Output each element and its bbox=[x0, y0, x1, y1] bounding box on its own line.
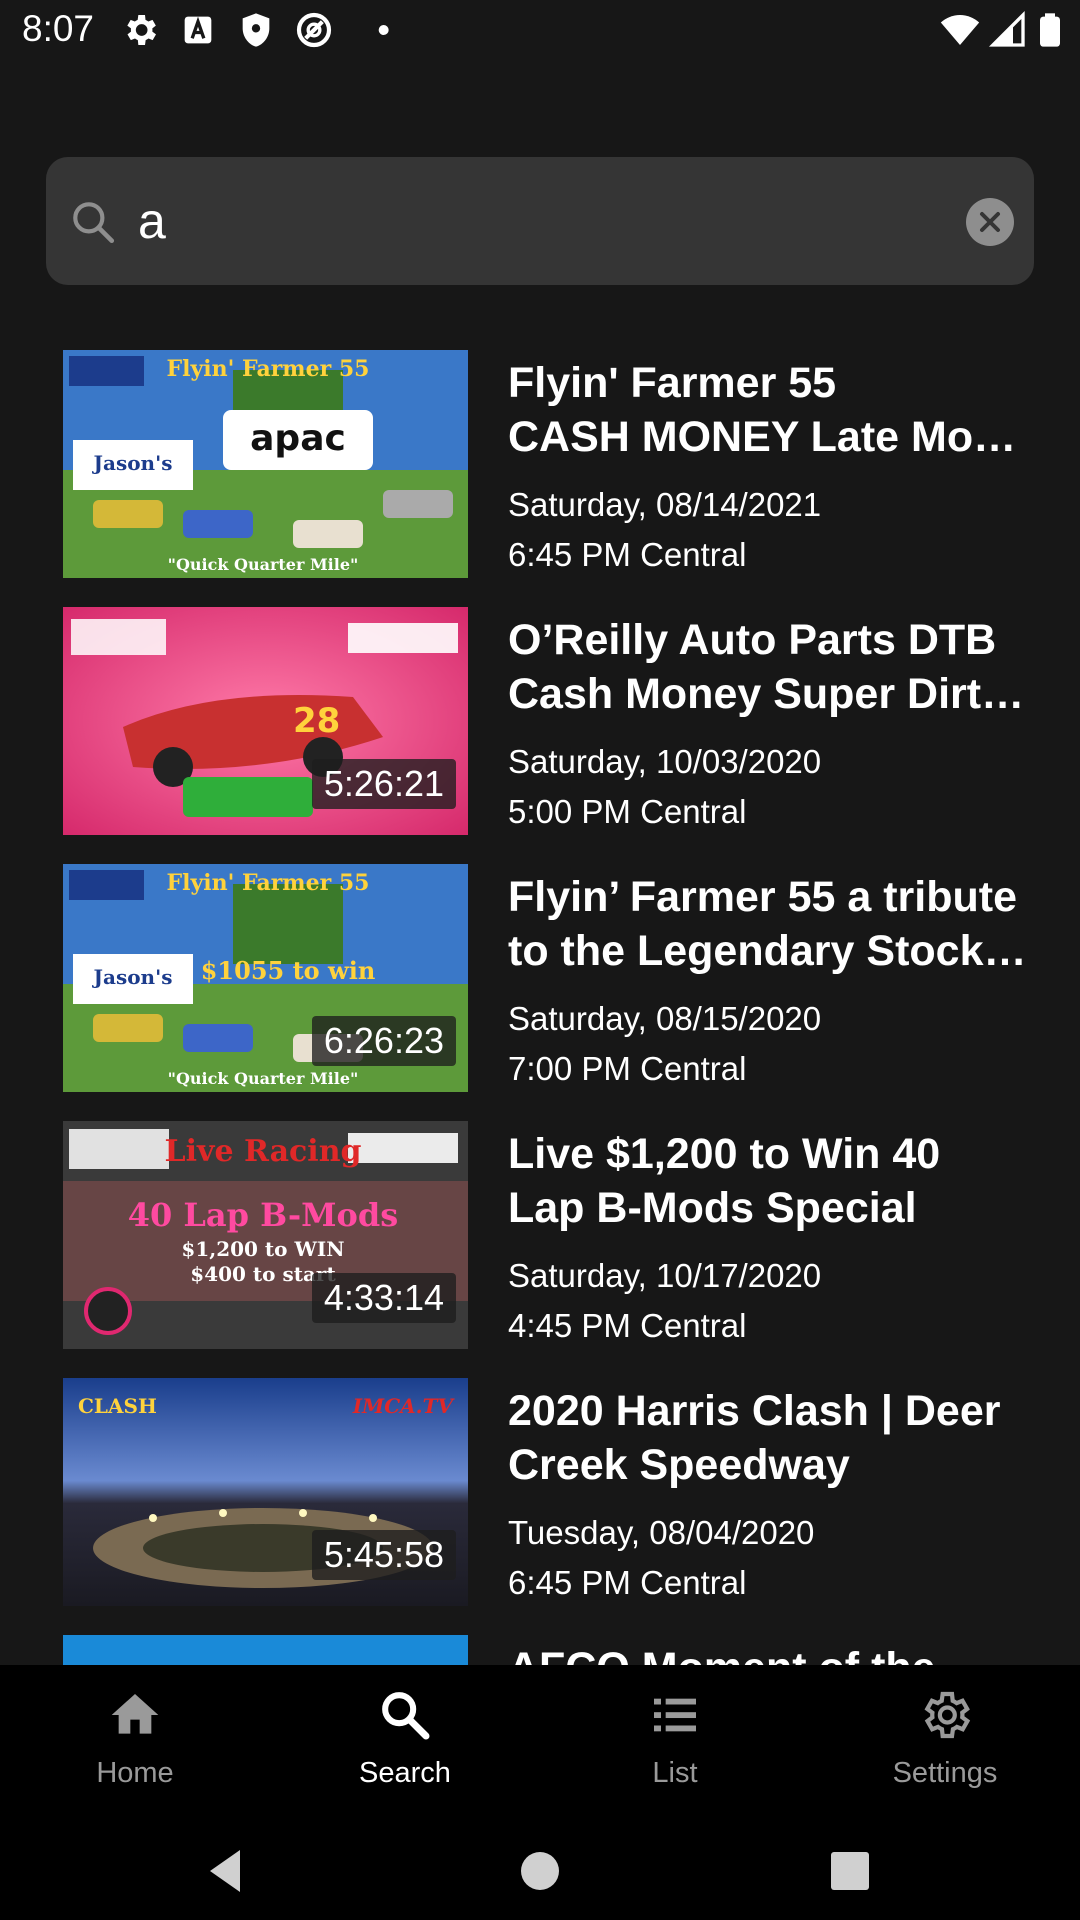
result-date: Saturday, 08/15/2020 bbox=[508, 1000, 822, 1037]
result-date: Saturday, 08/14/2021 bbox=[508, 486, 822, 523]
result-title-line: AFCO Moment of the bbox=[508, 1641, 1033, 1665]
home-icon bbox=[111, 1694, 159, 1734]
status-bar: 8:07 bbox=[0, 0, 1080, 64]
result-date: Tuesday, 08/04/2020 bbox=[508, 1514, 815, 1551]
svg-text:Flyin' Farmer 55: Flyin' Farmer 55 bbox=[167, 870, 370, 896]
video-duration: 6:26:23 bbox=[311, 1016, 456, 1066]
status-time: 8:07 bbox=[22, 8, 95, 49]
result-time: 6:45 PM Central bbox=[508, 536, 747, 573]
shield-status-icon bbox=[242, 13, 270, 47]
svg-text:Live Racing: Live Racing bbox=[165, 1134, 362, 1169]
nav-label-settings: Settings bbox=[892, 1757, 998, 1789]
bottom-navigation: Home Search List Settings bbox=[0, 1665, 1080, 1820]
video-thumbnail[interactable]: Flyin' Farmer 55 $1055 to win Jason's "Q… bbox=[63, 864, 468, 1092]
recents-icon[interactable] bbox=[825, 1846, 875, 1896]
svg-text:apac: apac bbox=[250, 418, 346, 459]
result-item[interactable]: 28 5:26:21 O’Reilly Auto Parts DTB Cash … bbox=[0, 607, 1080, 835]
result-item[interactable]: Flyin' Farmer 55 $1055 to win Jason's "Q… bbox=[0, 864, 1080, 1092]
result-time: 5:00 PM Central bbox=[508, 793, 747, 830]
signal-icon bbox=[988, 10, 1025, 47]
video-thumbnail[interactable]: apac Flyin' Farmer 55 Jason's "Quick Qua… bbox=[63, 350, 468, 578]
nav-list[interactable]: List bbox=[540, 1665, 810, 1820]
clear-search-icon[interactable] bbox=[966, 198, 1014, 246]
result-date: Saturday, 10/17/2020 bbox=[508, 1257, 822, 1294]
search-input[interactable] bbox=[138, 181, 978, 261]
result-time: 7:00 PM Central bbox=[508, 1050, 747, 1087]
video-duration: 5:45:58 bbox=[311, 1530, 456, 1580]
result-title-line: to the Legendary Stock … bbox=[508, 927, 1033, 975]
nav-search[interactable]: Search bbox=[270, 1665, 540, 1820]
battery-icon bbox=[1040, 13, 1060, 47]
settings-status-icon bbox=[127, 15, 156, 45]
result-title[interactable]: 2020 Harris Clash | Deer Creek Speedway bbox=[508, 1384, 1033, 1492]
video-duration: 4:33:14 bbox=[311, 1273, 456, 1323]
result-title-line: Creek Speedway bbox=[508, 1441, 850, 1489]
svg-text:Jason's: Jason's bbox=[92, 965, 173, 989]
results-list[interactable]: apac Flyin' Farmer 55 Jason's "Quick Qua… bbox=[0, 350, 1080, 1665]
result-title-line: Cash Money Super Dirt … bbox=[508, 670, 1033, 718]
video-thumbnail[interactable]: CLASH IMCA.TV 5:45:58 bbox=[63, 1378, 468, 1606]
result-title-line: O’Reilly Auto Parts DTB bbox=[508, 616, 997, 664]
list-icon bbox=[654, 1698, 696, 1732]
svg-text:Flyin' Farmer 55: Flyin' Farmer 55 bbox=[167, 356, 370, 382]
result-title[interactable]: Live $1,200 to Win 40 Lap B-Mods Special bbox=[508, 1127, 1033, 1235]
svg-text:28: 28 bbox=[293, 701, 340, 741]
svg-text:Jason's: Jason's bbox=[92, 451, 173, 475]
search-icon bbox=[382, 1692, 430, 1740]
result-time: 6:45 PM Central bbox=[508, 1564, 747, 1601]
result-title-line: Live $1,200 to Win 40 bbox=[508, 1130, 941, 1178]
result-title[interactable]: O’Reilly Auto Parts DTB Cash Money Super… bbox=[508, 613, 1033, 721]
result-title-line: 2020 Harris Clash | Deer bbox=[508, 1387, 1001, 1435]
wifi-icon bbox=[940, 15, 980, 45]
nav-settings[interactable]: Settings bbox=[810, 1665, 1080, 1820]
nav-label-home: Home bbox=[96, 1757, 174, 1789]
svg-text:CLASH: CLASH bbox=[78, 1394, 157, 1418]
svg-text:"Quick Quarter Mile": "Quick Quarter Mile" bbox=[168, 555, 359, 574]
result-title-line: Flyin' Farmer 55 bbox=[508, 359, 837, 407]
result-title[interactable]: AFCO Moment of the bbox=[508, 1641, 1033, 1665]
nav-label-list: List bbox=[652, 1757, 698, 1789]
result-item[interactable]: AFCO Moment of the bbox=[0, 1635, 1080, 1665]
nav-home[interactable]: Home bbox=[0, 1665, 270, 1820]
result-time: 4:45 PM Central bbox=[508, 1307, 747, 1344]
search-icon bbox=[73, 202, 115, 244]
gear-icon bbox=[924, 1691, 971, 1739]
font-status-icon bbox=[184, 16, 212, 44]
result-date: Saturday, 10/03/2020 bbox=[508, 743, 822, 780]
video-thumbnail[interactable]: Live Racing 40 Lap B-Mods $1,200 to WIN … bbox=[63, 1121, 468, 1349]
svg-text:$1,200 to WIN: $1,200 to WIN bbox=[181, 1237, 344, 1261]
video-thumbnail[interactable]: 28 5:26:21 bbox=[63, 607, 468, 835]
svg-text:"Quick Quarter Mile": "Quick Quarter Mile" bbox=[168, 1069, 359, 1088]
result-item[interactable]: Live Racing 40 Lap B-Mods $1,200 to WIN … bbox=[0, 1121, 1080, 1349]
video-duration: 5:26:21 bbox=[311, 759, 456, 809]
svg-text:IMCA.TV: IMCA.TV bbox=[352, 1394, 456, 1418]
search-bar[interactable] bbox=[46, 157, 1034, 285]
video-thumbnail[interactable] bbox=[63, 1635, 468, 1665]
result-title-line: CASH MONEY Late Mo… bbox=[508, 413, 1017, 461]
result-title-line: Lap B-Mods Special bbox=[508, 1184, 917, 1232]
vpn-status-icon bbox=[296, 12, 332, 48]
result-item[interactable]: CLASH IMCA.TV 5:45:58 2020 Harris Clash … bbox=[0, 1378, 1080, 1606]
dot-status-icon bbox=[378, 25, 389, 35]
result-title-line: Flyin’ Farmer 55 a tribute bbox=[508, 873, 1018, 921]
nav-label-search: Search bbox=[359, 1757, 451, 1789]
back-icon[interactable] bbox=[200, 1846, 250, 1896]
result-title[interactable]: Flyin' Farmer 55 CASH MONEY Late Mo… bbox=[508, 356, 1033, 464]
system-navigation-bar bbox=[0, 1820, 1080, 1920]
svg-text:40 Lap B-Mods: 40 Lap B-Mods bbox=[128, 1196, 399, 1234]
result-title[interactable]: Flyin’ Farmer 55 a tribute to the Legend… bbox=[508, 870, 1033, 978]
result-item[interactable]: apac Flyin' Farmer 55 Jason's "Quick Qua… bbox=[0, 350, 1080, 578]
home-button-icon[interactable] bbox=[515, 1846, 565, 1896]
svg-text:$1055 to win: $1055 to win bbox=[201, 956, 376, 985]
